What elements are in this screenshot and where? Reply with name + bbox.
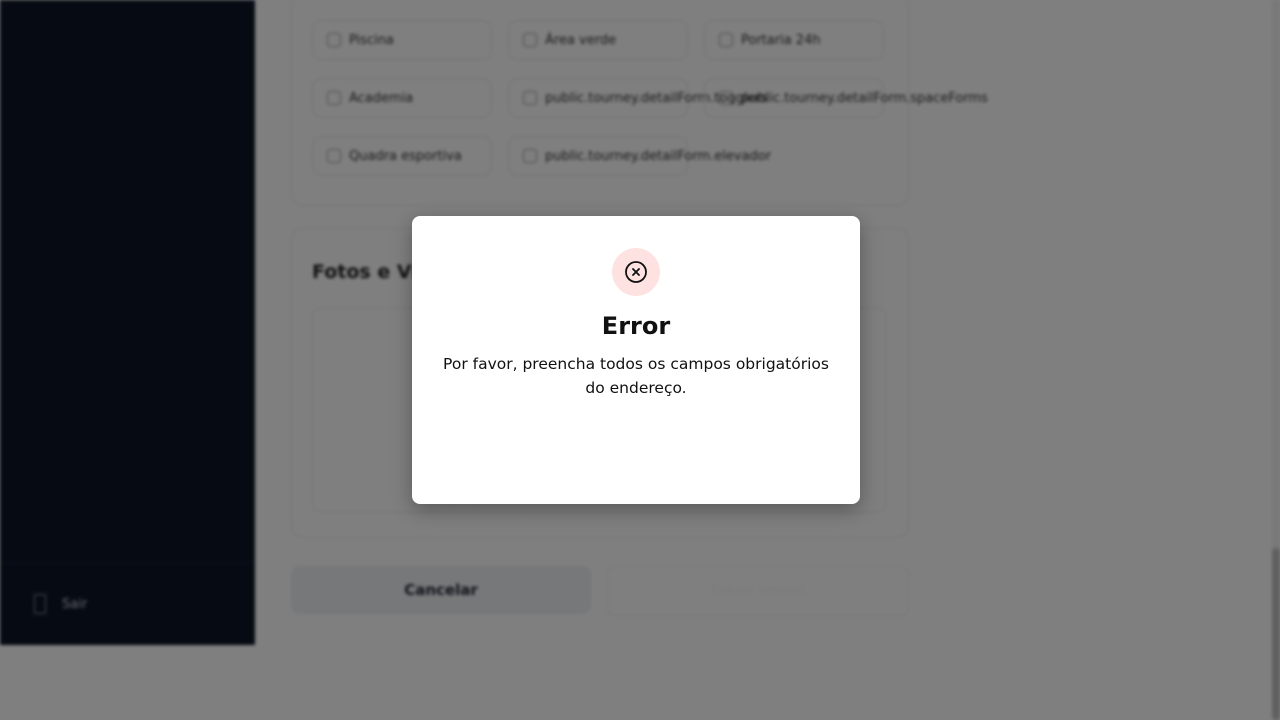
error-icon-badge [612, 248, 660, 296]
x-circle-icon [625, 261, 647, 283]
error-dialog: Error Por favor, preencha todos os campo… [412, 216, 860, 504]
dialog-message: Por favor, preencha todos os campos obri… [443, 355, 829, 397]
dialog-title: Error [601, 312, 671, 340]
